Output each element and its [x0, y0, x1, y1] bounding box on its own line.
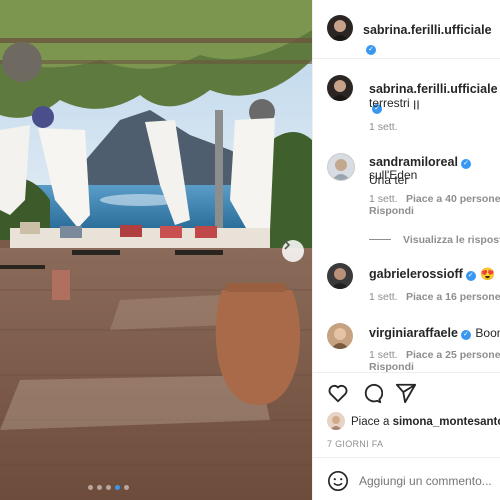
avatar-image — [331, 20, 349, 41]
actions-divider — [313, 372, 500, 373]
carousel-dots — [88, 485, 129, 490]
comment-time[interactable]: 1 sett. — [369, 291, 398, 303]
carousel-dot — [97, 485, 102, 490]
avatar-image — [331, 268, 349, 289]
comment-time[interactable]: 1 sett. — [369, 349, 398, 361]
post-date[interactable]: 7 GIORNI FA — [327, 439, 383, 449]
avatar-image — [330, 416, 342, 430]
heart-icon — [328, 384, 348, 403]
verified-badge-icon: ✓ — [460, 330, 471, 340]
comment-input[interactable] — [359, 472, 499, 490]
post-header: sabrina.ferilli.ufficiale ✓ — [313, 0, 500, 59]
comment-avatar-sandramiloreal[interactable] — [327, 153, 355, 181]
carousel-dot — [88, 485, 93, 490]
carousel-dot-active — [115, 485, 120, 490]
comment-username[interactable]: gabrielerossioff — [369, 267, 463, 281]
liked-by-prefix: Piace a — [351, 416, 390, 428]
carousel-next-button[interactable] — [282, 240, 304, 262]
verified-badge-icon: ✓ — [366, 45, 376, 55]
avatar-image — [331, 80, 349, 101]
comment-likes[interactable]: Piace a 16 persone — [406, 291, 500, 303]
carousel-dot — [124, 485, 129, 490]
comment-avatar-gabrielerossioff[interactable] — [327, 263, 353, 289]
comment-likes[interactable]: Piace a 40 persone — [406, 193, 500, 205]
comment-button[interactable] — [361, 382, 384, 409]
comment-gabrielerossioff: gabrielerossioff ✓ 😍 — [369, 265, 495, 283]
comment-text: Boom — [475, 326, 500, 340]
post-photo[interactable] — [0, 0, 312, 500]
caption-text: terrestri ꞁꞁ — [369, 96, 420, 110]
terrace-photo-illustration — [0, 0, 312, 500]
verified-badge-icon: ✓ — [460, 159, 471, 169]
carousel-dot — [106, 485, 111, 490]
comment-username[interactable]: virginiaraffaele — [369, 326, 458, 340]
view-replies-button[interactable]: Visualizza le risposte ( — [403, 234, 500, 246]
share-button[interactable] — [395, 382, 417, 409]
caption-username[interactable]: sabrina.ferilli.ufficiale — [369, 82, 498, 96]
header-username[interactable]: sabrina.ferilli.ufficiale — [363, 23, 492, 37]
liked-by-username[interactable]: simona_montesanto — [393, 416, 500, 428]
comment-bubble-icon — [364, 384, 384, 404]
comment-text-line2: sull'Eden — [369, 168, 418, 182]
replies-divider — [369, 239, 391, 240]
caption-time[interactable]: 1 sett. — [369, 121, 398, 133]
like-button[interactable] — [327, 382, 349, 409]
avatar[interactable] — [327, 15, 353, 41]
comment-time[interactable]: 1 sett. — [369, 193, 398, 205]
comment-virginiaraffaele: virginiaraffaele✓ Boom — [369, 324, 500, 342]
emoji-button[interactable] — [327, 470, 349, 497]
liked-by-avatar[interactable] — [327, 412, 345, 430]
comment-username[interactable]: sandramiloreal — [369, 155, 458, 169]
avatar-image — [331, 328, 349, 349]
caption-avatar[interactable] — [327, 75, 353, 101]
comment-text: 😍 — [480, 267, 496, 281]
post-side-panel: sabrina.ferilli.ufficiale ✓ sabrina.feril… — [312, 0, 500, 500]
smiley-icon — [328, 471, 348, 491]
comment-avatar-virginiaraffaele[interactable] — [327, 323, 353, 349]
header-username-wrap[interactable]: sabrina.ferilli.ufficiale ✓ — [363, 21, 500, 57]
comment-likes[interactable]: Piace a 25 persone — [406, 349, 500, 361]
liked-by-text: Piace a simona_montesanto — [351, 416, 500, 428]
reply-button[interactable]: Rispondi — [369, 205, 414, 217]
paper-plane-icon — [395, 383, 417, 404]
verified-badge-icon: ✓ — [465, 271, 476, 281]
chevron-right-icon — [284, 240, 291, 250]
avatar-image — [332, 159, 350, 180]
input-divider — [313, 457, 500, 458]
